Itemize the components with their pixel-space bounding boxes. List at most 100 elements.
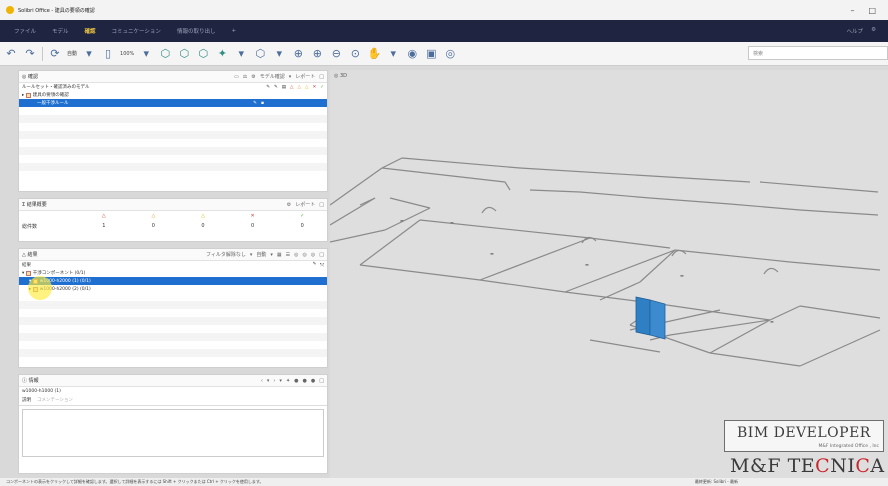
result-tree-item-selected[interactable]: ▾ w1000-h2000 (1) (0/1)	[19, 277, 327, 285]
minimize-button[interactable]: –	[850, 6, 854, 15]
dropdown-arrow-icon[interactable]: ▾	[272, 47, 286, 61]
search-input[interactable]: 検索	[748, 46, 888, 60]
walk-icon[interactable]: ◎	[443, 47, 457, 61]
list-icon[interactable]: ☰	[286, 252, 290, 258]
hide-icon[interactable]: ⬡	[196, 47, 210, 61]
maximize-panel-icon[interactable]: □	[319, 378, 324, 384]
tab-information-takeoff[interactable]: 情報の取り出し	[177, 27, 216, 35]
view-icon[interactable]: ●	[311, 378, 315, 384]
crossref-icon[interactable]: ⤲	[320, 262, 324, 268]
edit-icon[interactable]: ✎	[253, 101, 257, 106]
tree-item[interactable]: ▸ 建具の要領の確認	[19, 91, 327, 99]
view-icon[interactable]: ◎	[311, 252, 315, 258]
toolbar-separator	[42, 46, 43, 61]
maximize-panel-icon[interactable]: □	[319, 252, 324, 258]
open-icon[interactable]: ▭	[234, 74, 239, 80]
ruleset-icon[interactable]: ⚖	[243, 74, 247, 80]
next-icon[interactable]: ›	[273, 378, 275, 384]
settings-icon[interactable]: ⚙	[287, 202, 291, 208]
undo-icon[interactable]: ↶	[4, 47, 18, 61]
zoom-out-icon[interactable]: ⊖	[329, 47, 343, 61]
severity-header-icons: ✎ ✎ ▤ △ △ △ ✕ ✓	[266, 85, 324, 90]
model-check-button[interactable]: モデル確認	[260, 73, 285, 80]
tab-file[interactable]: ファイル	[14, 27, 36, 35]
edit-icon[interactable]: ✎	[313, 262, 317, 268]
floor-plan-walls	[330, 157, 881, 367]
previous-icon[interactable]: ‹	[261, 378, 263, 384]
dropdown-arrow-icon[interactable]: ▾	[267, 378, 270, 384]
report-button[interactable]: レポート	[295, 73, 315, 80]
dropdown-arrow-icon[interactable]: ▾	[250, 252, 253, 258]
check-panel-tools: ▭ ⚖ ⚙ モデル確認 ▾ レポート □	[234, 73, 324, 81]
critical-count: 1	[102, 223, 106, 229]
eye-icon[interactable]: ◉	[405, 47, 419, 61]
maximize-button[interactable]: □	[868, 6, 876, 15]
view-icon[interactable]: ●	[303, 378, 307, 384]
isolate-icon[interactable]: ⬡	[177, 47, 191, 61]
view-icon[interactable]: ◎	[294, 252, 298, 258]
tab-check[interactable]: 確認	[85, 27, 96, 35]
zoom-in-icon[interactable]: ⊕	[310, 47, 324, 61]
maximize-panel-icon[interactable]: □	[319, 202, 324, 208]
zoom-percent-icon[interactable]: ▯	[101, 47, 115, 61]
zoom-label[interactable]: 100%	[120, 51, 134, 57]
pan-icon[interactable]: ✋	[367, 47, 381, 61]
help-link[interactable]: ヘルプ	[847, 27, 864, 35]
highlighted-door-element[interactable]	[635, 296, 666, 340]
tab-comments[interactable]: コメンテーション	[37, 397, 73, 403]
approved-icon: ✓	[300, 213, 305, 219]
edit-icon[interactable]: ✎	[266, 85, 270, 90]
zoom-icon[interactable]: ⊕	[291, 47, 305, 61]
auto-dropdown[interactable]: 自動	[256, 251, 266, 258]
color-icon[interactable]: ✦	[215, 47, 229, 61]
result-tree-item[interactable]: ▸ w1000-h2000 (2) (0/1)	[19, 285, 327, 293]
logo-part: M&F TE	[730, 455, 816, 477]
info-description-area[interactable]	[22, 409, 324, 457]
info-tabs: 説明 コメンテーション	[19, 395, 327, 406]
screenshot-icon[interactable]: ▣	[424, 47, 438, 61]
dropdown-arrow-icon[interactable]: ▾	[289, 74, 292, 80]
3d-viewport[interactable]: ▬ ▬ ▬ ▬ ▬ ▬ ◎ 3D	[330, 70, 888, 478]
view-icon[interactable]: ◎	[303, 252, 307, 258]
room-tags: ▬ ▬ ▬ ▬ ▬ ▬	[400, 218, 774, 324]
tab-description[interactable]: 説明	[22, 397, 31, 403]
view-cube-icon[interactable]: ⬡	[253, 47, 267, 61]
dropdown-arrow-icon[interactable]: ▾	[139, 47, 153, 61]
refresh-icon[interactable]: ⟳	[48, 47, 62, 61]
results-panel-title: 結果	[27, 252, 38, 258]
redo-icon[interactable]: ↷	[23, 47, 37, 61]
tab-add[interactable]: +	[231, 28, 236, 34]
tab-model[interactable]: モデル	[52, 27, 69, 35]
dropdown-arrow-icon[interactable]: ▾	[279, 378, 282, 384]
dropdown-arrow-icon[interactable]: ▾	[386, 47, 400, 61]
dropdown-arrow-icon[interactable]: ▾	[234, 47, 248, 61]
svg-text:▬: ▬	[585, 262, 589, 267]
color-icon[interactable]: ✦	[286, 378, 290, 384]
group-icon[interactable]: ▦	[277, 252, 282, 258]
dropdown-arrow-icon[interactable]: ▾	[82, 47, 96, 61]
book-icon[interactable]: ▤	[282, 85, 286, 90]
maximize-panel-icon[interactable]: □	[319, 74, 324, 80]
check-panel-column-header: ルールセット・確認済みのモデル ✎ ✎ ▤ △ △ △ ✕ ✓	[19, 83, 327, 91]
svg-text:▬: ▬	[400, 218, 404, 223]
tree-item-label: 一般干渉ルール	[37, 101, 69, 106]
comment-icon[interactable]: ✎	[274, 85, 278, 90]
settings-icon[interactable]: ⚙	[871, 27, 876, 35]
results-panel-tools: フィルタ解除なし ▾ 自動 ▾ ▦ ☰ ◎ ◎ ◎ □	[206, 251, 324, 259]
auto-label[interactable]: 自動	[67, 50, 77, 57]
report-button[interactable]: レポート	[295, 201, 315, 208]
result-tree-item[interactable]: ▾ 干渉コンポーネント (0/1)	[19, 269, 327, 277]
tab-communication[interactable]: コミュニケーション	[112, 27, 161, 35]
filter-dropdown[interactable]: フィルタ解除なし	[206, 251, 246, 258]
zoom-fit-icon[interactable]: ⊙	[348, 47, 362, 61]
title-bar: Solibri Office - 建具の要領の確認 – □	[0, 0, 888, 20]
ruleset-icon	[25, 92, 31, 98]
settings-icon[interactable]: ⚙	[251, 74, 255, 80]
summary-panel-header: Σ 結果概要 ⚙ レポート □	[19, 199, 327, 211]
select-objects-icon[interactable]: ⬡	[158, 47, 172, 61]
dropdown-arrow-icon[interactable]: ▾	[270, 252, 273, 258]
info-item-label: w1000-h1000 (1)	[22, 388, 61, 394]
view-icon[interactable]: ●	[294, 378, 298, 384]
ruleset-column-label: ルールセット・確認済みのモデル	[22, 85, 90, 90]
tree-item-selected[interactable]: 一般干渉ルール ✎ ▪	[19, 99, 327, 107]
